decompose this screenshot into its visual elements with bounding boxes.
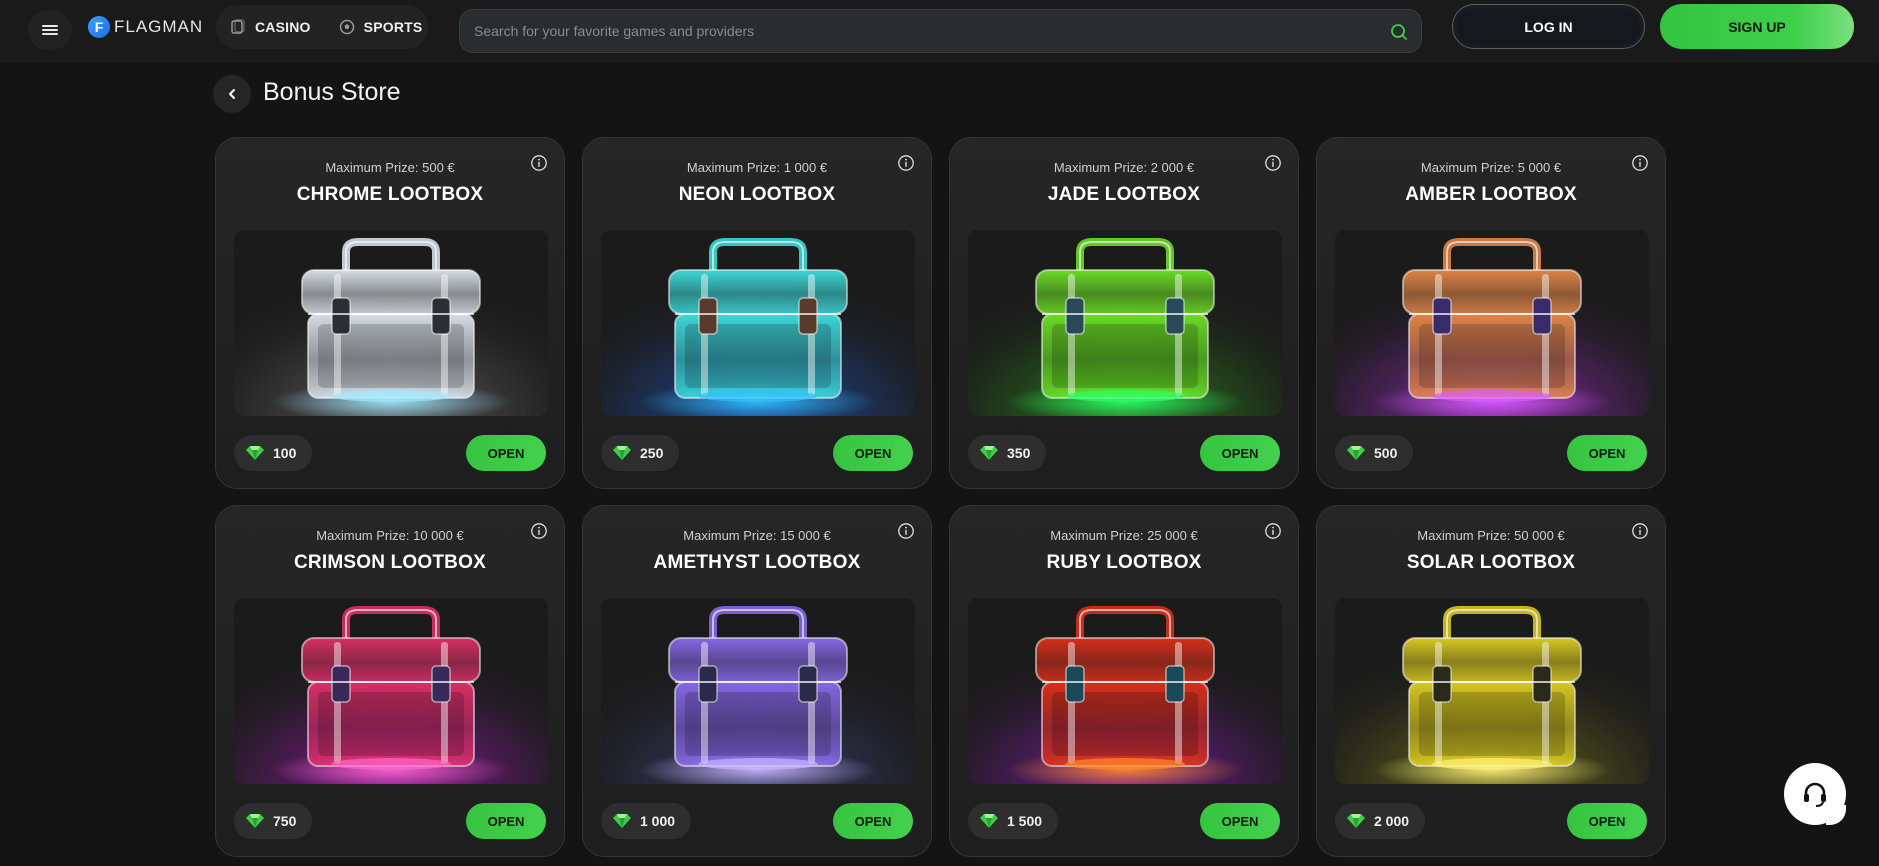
lootbox-image xyxy=(601,598,915,784)
casino-chip-icon xyxy=(230,19,246,35)
back-button[interactable] xyxy=(213,75,251,113)
info-icon[interactable] xyxy=(897,154,915,172)
search-input[interactable] xyxy=(474,10,1374,52)
login-button[interactable]: LOG IN xyxy=(1452,4,1645,49)
open-lootbox-button[interactable]: OPEN xyxy=(466,435,546,471)
hamburger-menu-button[interactable] xyxy=(28,10,72,50)
chevron-left-icon xyxy=(229,89,235,99)
lootbox-card[interactable]: Maximum Prize: 2 000 € JADE LOOTBOX 350 … xyxy=(949,137,1299,489)
lootbox-name: RUBY LOOTBOX xyxy=(1046,552,1202,573)
gem-cost-value: 100 xyxy=(273,445,297,461)
max-prize-label: Maximum Prize: 10 000 € xyxy=(316,528,464,543)
info-icon[interactable] xyxy=(1264,522,1282,540)
lootbox-image xyxy=(601,230,915,416)
open-lootbox-button[interactable]: OPEN xyxy=(833,803,913,839)
hamburger-icon xyxy=(42,23,58,37)
gem-cost-badge: 750 xyxy=(234,803,313,839)
max-prize-label: Maximum Prize: 500 € xyxy=(325,160,455,175)
gem-cost-badge: 2 000 xyxy=(1335,803,1426,839)
info-icon[interactable] xyxy=(1631,154,1649,172)
gem-icon xyxy=(1347,814,1365,828)
max-prize-label: Maximum Prize: 1 000 € xyxy=(686,160,828,175)
gem-cost-value: 250 xyxy=(640,445,664,461)
lootbox-image xyxy=(234,230,548,416)
gem-cost-value: 1 000 xyxy=(640,813,676,829)
gem-cost-value: 1 500 xyxy=(1007,813,1043,829)
gem-cost-badge: 1 500 xyxy=(968,803,1059,839)
lootbox-card[interactable]: Maximum Prize: 10 000 € CRIMSON LOOTBOX xyxy=(215,505,565,857)
lootbox-name: CRIMSON LOOTBOX xyxy=(294,552,486,573)
lootbox-card[interactable]: Maximum Prize: 1 000 € NEON LOOTBOX 250 … xyxy=(582,137,932,489)
gem-icon xyxy=(1347,446,1365,460)
open-lootbox-button[interactable]: OPEN xyxy=(466,803,546,839)
headset-icon xyxy=(1804,782,1826,807)
open-lootbox-button[interactable]: OPEN xyxy=(1567,803,1647,839)
info-icon[interactable] xyxy=(897,522,915,540)
lootbox-image xyxy=(968,598,1282,784)
lootbox-card[interactable]: Maximum Prize: 15 000 € AMETHYST LOOTBOX xyxy=(582,505,932,857)
lootbox-name: NEON LOOTBOX xyxy=(678,184,836,205)
gem-cost-badge: 1 000 xyxy=(601,803,692,839)
gem-icon xyxy=(613,446,631,460)
max-prize-label: Maximum Prize: 5 000 € xyxy=(1420,160,1562,175)
top-header: F FLAGMAN CASINO SPORTS LOG IN SIGN UP xyxy=(0,0,1879,62)
lootbox-card[interactable]: Maximum Prize: 5 000 € AMBER LOOTBOX 500… xyxy=(1316,137,1666,489)
open-lootbox-button[interactable]: OPEN xyxy=(1200,435,1280,471)
open-lootbox-button[interactable]: OPEN xyxy=(833,435,913,471)
soccer-ball-icon xyxy=(339,19,355,35)
page-title: Bonus Store xyxy=(263,78,401,106)
max-prize-label: Maximum Prize: 50 000 € xyxy=(1417,528,1565,543)
lootbox-name: CHROME LOOTBOX xyxy=(296,184,484,205)
logo-badge-icon: F xyxy=(88,16,110,38)
max-prize-label: Maximum Prize: 25 000 € xyxy=(1050,528,1198,543)
max-prize-label: Maximum Prize: 15 000 € xyxy=(683,528,831,543)
gem-cost-badge: 350 xyxy=(968,435,1047,471)
lootbox-name: SOLAR LOOTBOX xyxy=(1406,552,1576,573)
search-icon[interactable] xyxy=(1389,22,1409,42)
gem-cost-badge: 250 xyxy=(601,435,680,471)
gem-cost-value: 500 xyxy=(1374,445,1398,461)
gem-icon xyxy=(246,814,264,828)
open-lootbox-button[interactable]: OPEN xyxy=(1200,803,1280,839)
max-prize-label: Maximum Prize: 2 000 € xyxy=(1053,160,1195,175)
lootbox-card[interactable]: Maximum Prize: 50 000 € SOLAR LOOTBOX 2 … xyxy=(1316,505,1666,857)
main-nav: CASINO SPORTS xyxy=(216,5,428,49)
gem-cost-badge: 100 xyxy=(234,435,313,471)
nav-sports[interactable]: SPORTS xyxy=(325,5,437,49)
info-icon[interactable] xyxy=(530,522,548,540)
gem-icon xyxy=(246,446,264,460)
flagman-logo[interactable]: F FLAGMAN xyxy=(88,15,203,39)
lootbox-image xyxy=(234,598,548,784)
gem-cost-badge: 500 xyxy=(1335,435,1414,471)
signup-button[interactable]: SIGN UP xyxy=(1660,4,1854,49)
nav-casino[interactable]: CASINO xyxy=(216,5,325,49)
lootbox-name: AMBER LOOTBOX xyxy=(1405,184,1577,205)
gem-icon xyxy=(980,814,998,828)
lootbox-image xyxy=(1335,598,1649,784)
gem-cost-value: 2 000 xyxy=(1374,813,1410,829)
lootbox-card[interactable]: Maximum Prize: 500 € CHROME LOOTBOX 100 … xyxy=(215,137,565,489)
lootbox-image xyxy=(968,230,1282,416)
logo-text: FLAGMAN xyxy=(114,17,204,36)
nav-sports-label: SPORTS xyxy=(363,19,423,35)
lootbox-name: JADE LOOTBOX xyxy=(1047,184,1201,205)
gem-cost-value: 750 xyxy=(273,813,297,829)
search-bar xyxy=(459,9,1422,53)
gem-icon xyxy=(980,446,998,460)
lootbox-name: AMETHYST LOOTBOX xyxy=(653,552,861,573)
lootbox-image xyxy=(1335,230,1649,416)
info-icon[interactable] xyxy=(530,154,548,172)
support-chat-button[interactable] xyxy=(1784,763,1846,825)
gem-cost-value: 350 xyxy=(1007,445,1031,461)
lootbox-card[interactable]: Maximum Prize: 25 000 € RUBY LOOTBOX 1 5… xyxy=(949,505,1299,857)
gem-icon xyxy=(613,814,631,828)
open-lootbox-button[interactable]: OPEN xyxy=(1567,435,1647,471)
info-icon[interactable] xyxy=(1264,154,1282,172)
nav-casino-label: CASINO xyxy=(255,19,311,35)
info-icon[interactable] xyxy=(1631,522,1649,540)
